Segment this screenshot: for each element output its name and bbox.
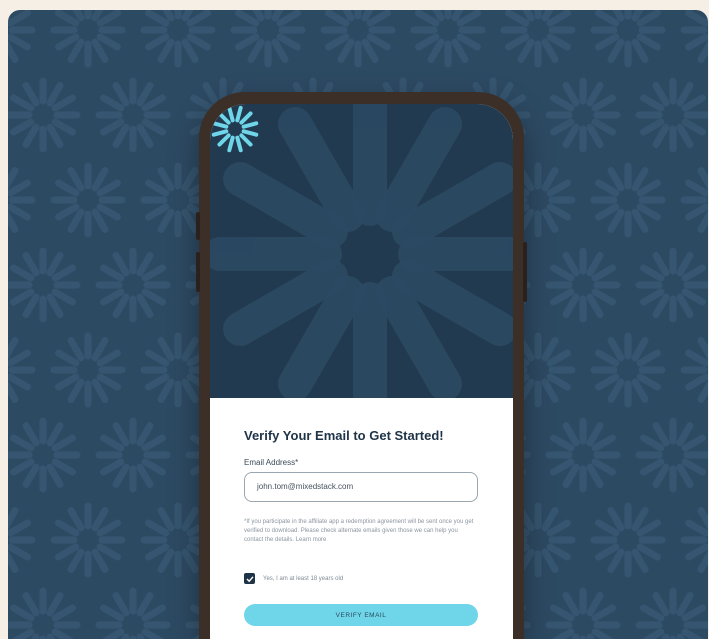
logo-burst-icon <box>211 105 259 153</box>
age-checkbox[interactable] <box>244 573 255 584</box>
age-check-row[interactable]: Yes, I am at least 18 years old <box>244 573 343 584</box>
email-label: Email Address* <box>244 458 299 467</box>
form-heading: Verify Your Email to Get Started! <box>244 428 444 443</box>
age-checkbox-label: Yes, I am at least 18 years old <box>263 575 344 582</box>
disclaimer-text: *If you participate in the affiliate app… <box>244 519 474 543</box>
hero-banner <box>210 104 513 398</box>
checkmark-icon <box>246 575 254 582</box>
verify-email-button[interactable]: VERIFY EMAIL <box>244 604 478 626</box>
email-field[interactable]: john.tom@mixedstack.com <box>244 472 478 502</box>
phone-screen: Verify Your Email to Get Started! Email … <box>210 104 513 639</box>
verify-form: Verify Your Email to Get Started! Email … <box>210 398 513 639</box>
